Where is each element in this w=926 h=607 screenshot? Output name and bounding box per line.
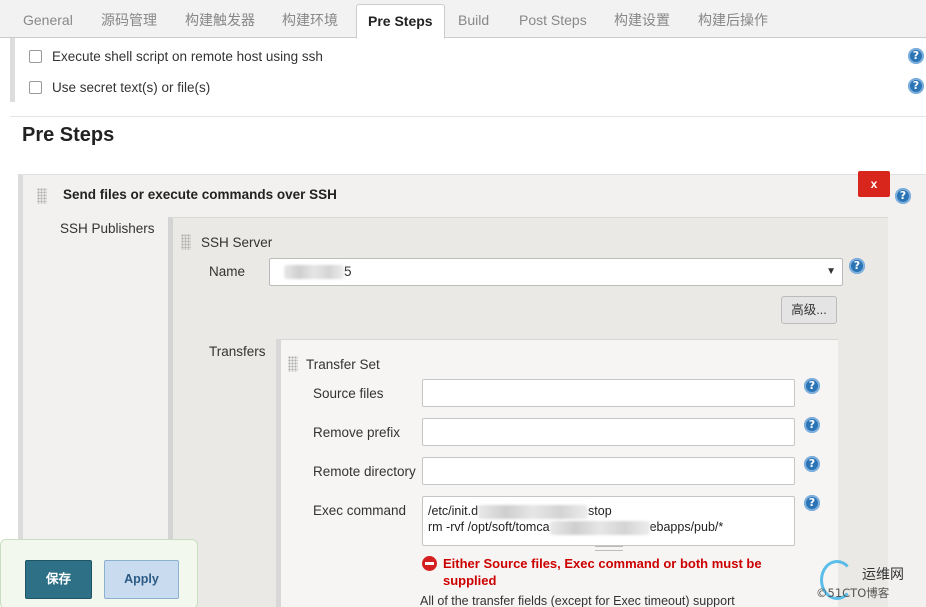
help-icon[interactable]: ? bbox=[804, 495, 820, 511]
tab-build-triggers[interactable]: 构建触发器 bbox=[174, 0, 266, 38]
drag-handle-icon[interactable] bbox=[37, 188, 47, 204]
secret-text-label: Use secret text(s) or file(s) bbox=[52, 79, 211, 95]
dropdown-arrow-icon: ▼ bbox=[826, 266, 836, 277]
remove-prefix-label: Remove prefix bbox=[313, 425, 401, 440]
ssh-publisher-panel: SSH Server Name 5 ▼ 高级... Transfers Tran… bbox=[168, 217, 888, 607]
tab-post-steps[interactable]: Post Steps bbox=[508, 0, 598, 38]
watermark-subtitle: ©51CTO博客 bbox=[816, 586, 890, 600]
help-icon[interactable]: ? bbox=[849, 258, 865, 274]
redacted-text bbox=[478, 504, 589, 519]
exec-line1-end: stop bbox=[588, 504, 612, 518]
option-secret-text[interactable]: Use secret text(s) or file(s) bbox=[29, 77, 210, 97]
transfer-fields-note: All of the transfer fields (except for E… bbox=[420, 594, 735, 607]
redacted-text bbox=[549, 520, 650, 535]
exec-command-label: Exec command bbox=[313, 503, 407, 518]
ssh-server-name-select[interactable]: 5 ▼ bbox=[269, 258, 843, 286]
help-icon[interactable]: ? bbox=[804, 378, 820, 394]
exec-line2-end: ebapps/pub/* bbox=[649, 520, 724, 534]
remove-prefix-input[interactable] bbox=[422, 418, 795, 446]
build-environment-options: Execute shell script on remote host usin… bbox=[10, 38, 926, 102]
exec-line1-start: /etc/init.d bbox=[428, 504, 479, 518]
tab-build[interactable]: Build bbox=[447, 0, 500, 38]
name-label: Name bbox=[209, 264, 246, 279]
transfer-set-title: Transfer Set bbox=[306, 357, 380, 372]
ssh-publishers-label: SSH Publishers bbox=[60, 221, 155, 236]
delete-step-button[interactable]: x bbox=[858, 171, 890, 197]
save-button[interactable]: 保存 bbox=[25, 560, 92, 599]
server-name-value: 5 bbox=[344, 264, 352, 279]
transfers-label: Transfers bbox=[209, 344, 266, 359]
textarea-resize-handle[interactable] bbox=[595, 546, 623, 551]
section-divider bbox=[10, 116, 926, 117]
remote-directory-input[interactable] bbox=[422, 457, 795, 485]
help-icon[interactable]: ? bbox=[804, 417, 820, 433]
help-icon[interactable]: ? bbox=[895, 188, 911, 204]
exec-line2-start: rm -rvf /opt/soft/tomca bbox=[428, 520, 550, 534]
ssh-remote-shell-checkbox[interactable] bbox=[29, 49, 42, 63]
drag-handle-icon[interactable] bbox=[288, 356, 298, 372]
save-bar: 保存 Apply bbox=[0, 539, 198, 607]
secret-text-checkbox[interactable] bbox=[29, 80, 42, 94]
section-title: Pre Steps bbox=[22, 124, 115, 146]
ssh-remote-shell-label: Execute shell script on remote host usin… bbox=[52, 48, 323, 64]
apply-button[interactable]: Apply bbox=[104, 560, 179, 599]
remote-directory-label: Remote directory bbox=[313, 464, 416, 479]
help-icon[interactable]: ? bbox=[804, 456, 820, 472]
drag-handle-icon[interactable] bbox=[181, 234, 191, 250]
validation-error: Either Source files, Exec command or bot… bbox=[422, 555, 782, 589]
help-icon[interactable]: ? bbox=[908, 78, 924, 94]
watermark-title: 运维网 bbox=[862, 567, 904, 583]
tab-source-code-management[interactable]: 源码管理 bbox=[90, 0, 168, 38]
watermark: 运维网 ©51CTO博客 bbox=[812, 558, 926, 607]
redacted-server-name bbox=[284, 265, 344, 280]
config-tab-bar: General 源码管理 构建触发器 构建环境 Pre Steps Build … bbox=[0, 0, 926, 39]
tab-pre-steps[interactable]: Pre Steps bbox=[356, 4, 445, 39]
exec-command-textarea[interactable]: /etc/init.d stop rm -rvf /opt/soft/tomca e… bbox=[422, 496, 795, 546]
advanced-button[interactable]: 高级... bbox=[781, 296, 837, 324]
option-ssh-remote-shell[interactable]: Execute shell script on remote host usin… bbox=[29, 46, 323, 66]
tab-general[interactable]: General bbox=[12, 0, 84, 38]
tab-post-build-actions[interactable]: 构建后操作 bbox=[687, 0, 779, 38]
step-title: Send files or execute commands over SSH bbox=[63, 187, 337, 202]
error-icon bbox=[422, 556, 437, 571]
validation-error-text: Either Source files, Exec command or bot… bbox=[443, 556, 762, 588]
help-icon[interactable]: ? bbox=[908, 48, 924, 64]
source-files-input[interactable] bbox=[422, 379, 795, 407]
source-files-label: Source files bbox=[313, 386, 384, 401]
transfer-set-panel: Transfer Set Source files Remove prefix … bbox=[276, 339, 838, 607]
ssh-server-title: SSH Server bbox=[201, 235, 273, 250]
tab-build-settings[interactable]: 构建设置 bbox=[603, 0, 681, 38]
tab-build-environment[interactable]: 构建环境 bbox=[271, 0, 349, 38]
